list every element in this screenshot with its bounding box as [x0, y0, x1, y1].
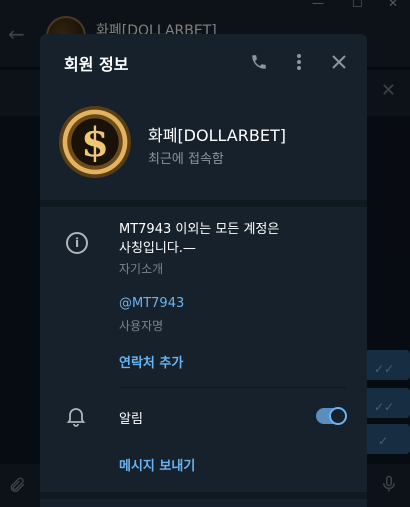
close-icon[interactable] [327, 50, 351, 74]
notifications-toggle[interactable] [316, 407, 347, 425]
bio-line-1: MT7943 이외는 모든 계정은 [119, 222, 280, 237]
bio-label: 자기소개 [119, 262, 164, 276]
send-message-button[interactable]: 메시지 보내기 [119, 455, 195, 474]
bio-line-2: 사칭입니다.— [119, 241, 196, 256]
username-label: 사용자명 [119, 319, 164, 333]
bell-icon [64, 404, 88, 428]
dollar-logo: $ [81, 118, 109, 166]
profile-avatar[interactable]: $ [59, 106, 131, 178]
user-info-dialog: 회원 정보 $ 화폐[DOLLARBET] 최근에 접속함 i MT7943 이… [40, 34, 367, 507]
more-options-icon[interactable] [287, 50, 311, 74]
dialog-header: 회원 정보 [40, 34, 367, 90]
phone-icon[interactable] [247, 50, 271, 74]
section-separator [40, 200, 367, 207]
info-icon: i [66, 232, 88, 254]
profile-status: 최근에 접속함 [148, 152, 224, 167]
dialog-title: 회원 정보 [64, 55, 129, 74]
notifications-label: 알림 [119, 412, 143, 427]
profile-name: 화폐[DOLLARBET] [148, 126, 286, 145]
username-link[interactable]: @MT7943 [119, 296, 184, 311]
divider [119, 387, 346, 388]
toggle-knob [329, 407, 347, 425]
add-contact-button[interactable]: 연락처 추가 [119, 352, 183, 371]
section-separator [40, 492, 367, 499]
bio-text[interactable]: MT7943 이외는 모든 계정은 사칭입니다.— [119, 220, 339, 258]
profile-section: $ 화폐[DOLLARBET] 최근에 접속함 [40, 90, 367, 200]
